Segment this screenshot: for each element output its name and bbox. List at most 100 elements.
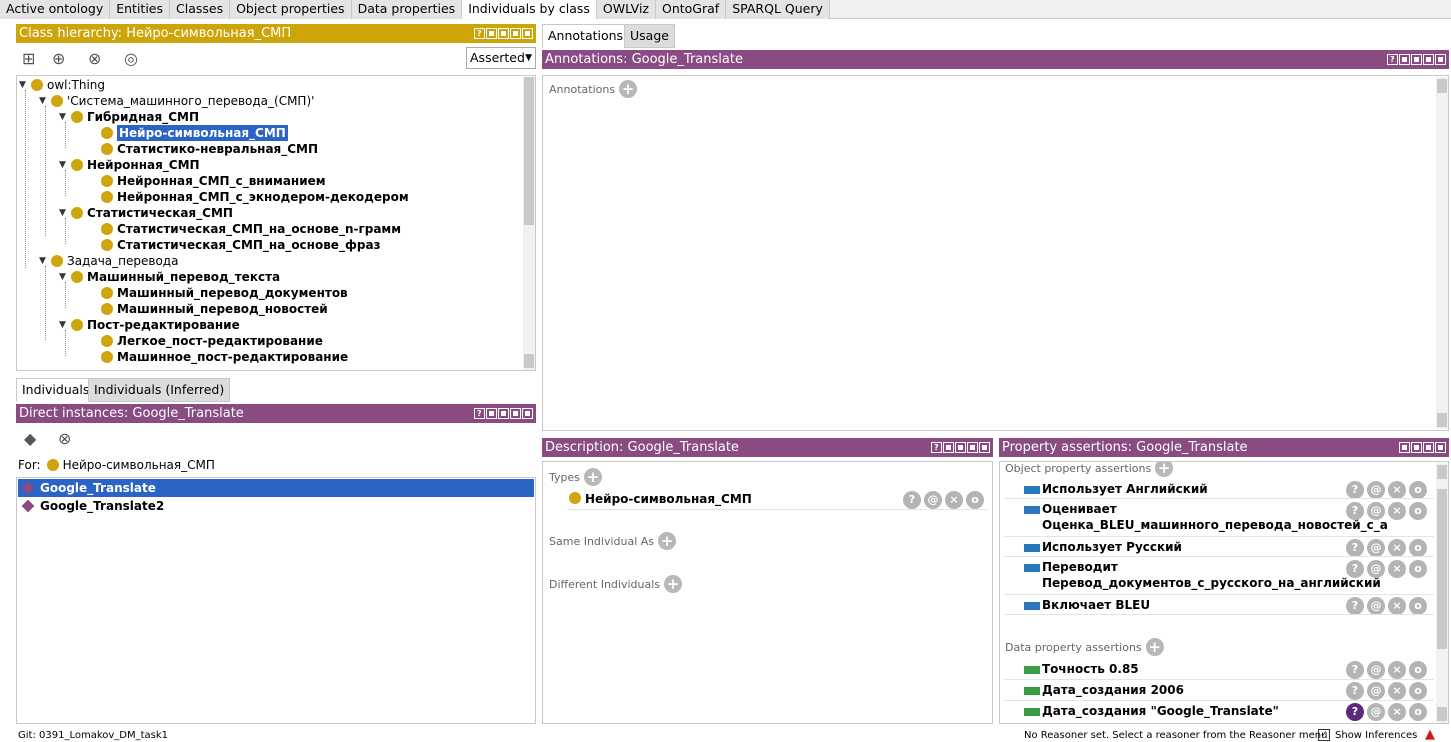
tab-owlviz[interactable]: OWLViz: [596, 0, 656, 19]
tree-node-neural-smp[interactable]: ▼ Нейронная_СМП: [59, 157, 200, 173]
add-same-individual-icon[interactable]: +: [658, 532, 677, 550]
edit-icon[interactable]: o: [1409, 703, 1427, 721]
object-assertion-row[interactable]: Использует Русский: [1024, 540, 1182, 554]
remove-icon[interactable]: ×: [1388, 481, 1406, 499]
tree-node-machine-post-editing[interactable]: Машинное_пост-редактирование: [101, 349, 348, 365]
add-different-individual-icon[interactable]: +: [664, 575, 683, 593]
type-row[interactable]: Нейро-символьная_СМП: [569, 492, 752, 506]
edit-icon[interactable]: o: [1409, 597, 1427, 615]
tab-classes[interactable]: Classes: [170, 0, 231, 19]
add-type-icon[interactable]: +: [584, 468, 602, 486]
edit-icon[interactable]: o: [1409, 481, 1427, 499]
tab-entities[interactable]: Entities: [110, 0, 170, 19]
tab-individuals-inferred[interactable]: Individuals (Inferred): [88, 378, 231, 402]
help-icon[interactable]: ?: [1346, 539, 1364, 557]
annotate-icon[interactable]: @: [1367, 481, 1385, 499]
tab-individuals[interactable]: Individuals: [16, 378, 96, 402]
tree-node-post-editing[interactable]: ▼ Пост-редактирование: [59, 317, 240, 333]
tree-scrollbar[interactable]: [523, 77, 535, 370]
remove-icon[interactable]: ×: [945, 491, 963, 509]
annotate-icon[interactable]: @: [1367, 682, 1385, 700]
panel-controls[interactable]: [474, 408, 533, 419]
edit-icon[interactable]: o: [1409, 502, 1427, 520]
remove-icon[interactable]: ×: [1388, 597, 1406, 615]
edit-icon[interactable]: o: [1409, 661, 1427, 679]
panel-controls[interactable]: [1399, 442, 1446, 453]
tree-node-stat-neural-smp[interactable]: Статистико-невральная_СМП: [101, 141, 318, 157]
help-icon[interactable]: ?: [1346, 502, 1364, 520]
help-icon[interactable]: ?: [1346, 661, 1364, 679]
list-item[interactable]: Google_Translate: [18, 479, 534, 497]
tab-data-properties[interactable]: Data properties: [351, 0, 463, 19]
delete-individual-icon[interactable]: ⊗: [58, 429, 71, 448]
list-item[interactable]: Google_Translate2: [18, 497, 534, 515]
tree-node-mt-documents[interactable]: Машинный_перевод_документов: [101, 285, 348, 301]
edit-icon[interactable]: o: [1409, 560, 1427, 578]
add-subclass-icon[interactable]: ⊞: [22, 49, 35, 68]
tree-node-mt-text[interactable]: ▼ Машинный_перевод_текста: [59, 269, 280, 285]
remove-icon[interactable]: ×: [1388, 703, 1406, 721]
remove-icon[interactable]: ×: [1388, 539, 1406, 557]
annotate-icon[interactable]: @: [1367, 661, 1385, 679]
tab-active-ontology[interactable]: Active ontology: [0, 0, 111, 19]
tree-node-stat-smp[interactable]: ▼ Статистическая_СМП: [59, 205, 233, 221]
data-assertion-row[interactable]: Точность 0.85: [1024, 662, 1139, 676]
add-sibling-class-icon[interactable]: ⊕: [52, 49, 65, 68]
warning-icon[interactable]: ▲: [1425, 727, 1435, 742]
show-inferences-checkbox[interactable]: ✓: [1318, 729, 1330, 741]
edit-icon[interactable]: o: [1409, 682, 1427, 700]
help-icon[interactable]: ?: [1346, 682, 1364, 700]
asserted-select[interactable]: Asserted ▼: [466, 47, 536, 69]
tree-node-translation-task[interactable]: ▼ Задача_перевода: [39, 253, 178, 269]
help-icon[interactable]: ?: [1346, 560, 1364, 578]
remove-icon[interactable]: ×: [1388, 502, 1406, 520]
remove-icon[interactable]: ×: [1388, 661, 1406, 679]
object-assertion-row[interactable]: Переводит Перевод_документов_с_русского_н…: [1024, 560, 1381, 590]
tab-object-properties[interactable]: Object properties: [230, 0, 352, 19]
tab-sparql-query[interactable]: SPARQL Query: [726, 0, 830, 19]
annotate-icon[interactable]: @: [1367, 560, 1385, 578]
tree-node-neural-encoder-decoder[interactable]: Нейронная_СМП_с_экнодером-декодером: [101, 189, 409, 205]
tab-usage[interactable]: Usage: [624, 24, 675, 48]
annotate-icon[interactable]: @: [924, 491, 942, 509]
data-assertion-row[interactable]: Дата_создания 2006: [1024, 683, 1184, 697]
add-annotation-icon[interactable]: +: [619, 80, 638, 98]
tree-node-owl-thing[interactable]: ▼ owl:Thing: [19, 77, 105, 93]
object-assertion-row[interactable]: Использует Английский: [1024, 482, 1208, 496]
add-data-property-icon[interactable]: +: [1145, 638, 1164, 656]
tree-node-neuro-symbolic-smp[interactable]: Нейро-символьная_СМП: [101, 125, 288, 141]
tree-node-stat-ngram[interactable]: Статистическая_СМП_на_основе_n-грамм: [101, 221, 401, 237]
help-icon[interactable]: ?: [1346, 703, 1364, 721]
tree-node-smp[interactable]: ▼ 'Система_машинного_перевода_(СМП)': [39, 93, 314, 109]
tree-node-light-post-editing[interactable]: Легкое_пост-редактирование: [101, 333, 323, 349]
tab-individuals-by-class[interactable]: Individuals by class: [462, 0, 597, 19]
tree-node-mt-news[interactable]: Машинный_перевод_новостей: [101, 301, 328, 317]
tree-node-stat-phrase[interactable]: Статистическая_СМП_на_основе_фраз: [101, 237, 381, 253]
props-scrollbar[interactable]: [1436, 463, 1448, 723]
edit-icon[interactable]: o: [1409, 539, 1427, 557]
annotate-icon[interactable]: @: [1367, 703, 1385, 721]
edit-icon[interactable]: o: [966, 491, 984, 509]
remove-icon[interactable]: ×: [1388, 682, 1406, 700]
annotate-icon[interactable]: @: [1367, 502, 1385, 520]
help-icon[interactable]: ?: [1346, 481, 1364, 499]
panel-controls[interactable]: [474, 28, 533, 39]
help-icon[interactable]: ?: [903, 491, 921, 509]
object-assertion-row[interactable]: Оценивает Оценка_BLEU_машинного_перевода_…: [1024, 502, 1388, 532]
panel-controls[interactable]: [931, 442, 990, 453]
annotations-scrollbar[interactable]: [1436, 77, 1448, 429]
panel-controls[interactable]: [1387, 54, 1446, 65]
add-individual-icon[interactable]: ◆: [24, 429, 36, 448]
data-assertion-row[interactable]: Дата_создания "Google_Translate": [1024, 704, 1279, 718]
remove-icon[interactable]: ×: [1388, 560, 1406, 578]
object-assertion-row[interactable]: Включает BLEU: [1024, 598, 1150, 612]
delete-class-icon[interactable]: ⊗: [88, 49, 101, 68]
annotate-icon[interactable]: @: [1367, 597, 1385, 615]
tab-ontograf[interactable]: OntoGraf: [656, 0, 727, 19]
annotate-icon[interactable]: @: [1367, 539, 1385, 557]
tree-node-hybrid-smp[interactable]: ▼ Гибридная_СМП: [59, 109, 199, 125]
help-icon[interactable]: ?: [1346, 597, 1364, 615]
tab-annotations[interactable]: Annotations: [542, 24, 630, 48]
target-icon[interactable]: ◎: [124, 49, 138, 68]
tree-node-neural-attention[interactable]: Нейронная_СМП_с_вниманием: [101, 173, 326, 189]
